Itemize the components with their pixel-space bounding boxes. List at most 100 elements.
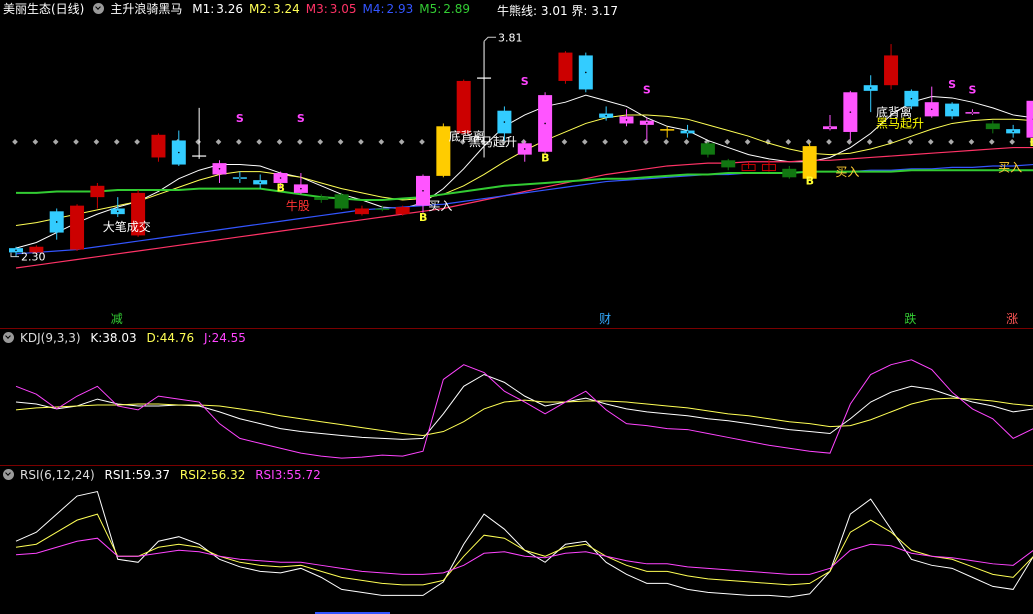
candle <box>456 79 471 135</box>
signal-dot <box>12 139 18 145</box>
candle-dot <box>503 121 506 123</box>
candle <box>884 44 899 90</box>
chevron-down-icon[interactable] <box>3 469 14 480</box>
candle <box>985 120 1000 134</box>
kdj-chart[interactable] <box>0 329 1033 465</box>
candle <box>924 86 939 118</box>
annotation-label: 黑马起升 <box>876 117 924 131</box>
ma-label-4: M4: <box>362 2 385 16</box>
annotation-label: 大笔成交 <box>103 219 151 234</box>
signal-dot <box>622 139 629 145</box>
niu-label: 牛熊线: <box>497 4 538 18</box>
sell-marker: S <box>236 112 244 125</box>
candle <box>578 52 593 93</box>
kdj-d-value: 44.76 <box>159 331 195 345</box>
candle-body <box>334 194 349 209</box>
signal-dot <box>419 139 425 145</box>
signal-dot <box>846 139 853 145</box>
signal-dot <box>785 139 792 145</box>
ma-value-2: 3.24 <box>273 2 300 16</box>
rsi2-label: RSI2: <box>179 468 212 482</box>
candle <box>517 140 532 162</box>
signal-dot <box>948 139 954 145</box>
candle-body <box>456 80 471 134</box>
niu-value: 3.01 <box>540 4 568 18</box>
candle <box>395 205 410 216</box>
bottom-signal-label: 减 <box>111 312 123 326</box>
ma-label-3: M3: <box>305 2 328 16</box>
annotation-label: 买入 <box>428 199 452 213</box>
candle <box>90 182 105 209</box>
signal-dot <box>663 139 670 145</box>
buy-marker: B <box>806 174 814 187</box>
price-chart[interactable]: 3.812.30大笔成交牛股 买入底背离黑马起升买入底背离黑马起升买入S SSS S S… <box>0 0 1033 328</box>
candle-dot <box>585 71 587 74</box>
signal-dot <box>337 139 344 145</box>
candle-body <box>700 143 715 155</box>
candle-dot <box>116 210 119 213</box>
candle <box>700 141 715 158</box>
rsi1-line <box>15 490 1033 598</box>
kdj-title[interactable]: KDJ(9,3,3) <box>20 331 81 345</box>
stock-title[interactable]: 美丽生态(日线) <box>3 2 84 16</box>
rsi1-value: 59.37 <box>135 468 171 482</box>
signal-dot <box>73 139 79 145</box>
candle-dot <box>869 87 872 89</box>
rsi3-value: 55.72 <box>286 468 321 482</box>
buy-marker: B <box>541 152 549 165</box>
rsi3-label: RSI3: <box>255 468 287 482</box>
rsi3-line <box>15 537 1033 575</box>
signal-dot <box>297 139 303 145</box>
signal-dot <box>317 139 324 145</box>
indicator-name[interactable]: 主升浪骑黑马 <box>110 2 182 16</box>
signal-dot <box>276 139 283 145</box>
ma-value-1: 3.26 <box>216 2 243 16</box>
candle-body <box>782 168 797 178</box>
low-price-label: 2.30 <box>21 251 46 264</box>
candle <box>680 124 695 138</box>
candle-dot <box>523 148 526 150</box>
ma-label-2: M2: <box>248 2 271 16</box>
candle-body <box>314 197 329 200</box>
candle <box>619 109 634 127</box>
signal-dot <box>866 139 873 145</box>
ma-label-1: M1: <box>192 2 215 16</box>
signal-dot <box>32 139 39 145</box>
candle-body <box>375 208 390 210</box>
candle <box>599 106 614 121</box>
signal-dot <box>907 139 914 145</box>
kdj-j-label: J: <box>203 331 212 345</box>
rsi-title[interactable]: RSI(6,12,24) <box>20 468 95 482</box>
price-header: 美丽生态(日线) 主升浪骑黑马 M1: 3.26 M2: 3.24 M3: 3.05 M4: 2… <box>0 0 482 18</box>
candle-dot <box>239 177 241 179</box>
ma-label-5: M5: <box>419 2 442 16</box>
chevron-down-icon[interactable] <box>3 332 14 343</box>
candle-dot <box>422 189 424 192</box>
signal-dot <box>195 139 201 145</box>
signal-dot <box>724 139 731 145</box>
candle <box>151 133 166 162</box>
candle <box>741 161 756 172</box>
candle-dot <box>625 119 628 121</box>
signal-dot <box>581 139 588 145</box>
ma-values: M1: 3.26 M2: 3.24 M3: 3.05 M4: 2.93 M5: 2.89 <box>192 2 476 16</box>
stock-chart-window: { "header": { "stock_title": "美丽生态(日线)",… <box>0 0 1033 614</box>
signal-dot <box>744 139 751 145</box>
signal-dot <box>988 139 995 145</box>
candle-dot <box>178 151 180 154</box>
candle <box>232 171 247 183</box>
chevron-down-icon[interactable] <box>93 3 105 14</box>
rsi-chart[interactable] <box>0 466 1033 614</box>
candle-body <box>151 134 166 158</box>
signal-dot <box>378 139 385 145</box>
candle <box>843 90 858 141</box>
candle <box>1006 124 1021 138</box>
rsi2-value: 56.32 <box>211 468 246 482</box>
candle <box>558 51 573 84</box>
ma-line-m4 <box>15 163 1033 255</box>
sell-marker: S <box>521 75 529 88</box>
jie-value: 3.17 <box>591 4 619 18</box>
signal-dot <box>561 139 568 145</box>
kdj-d-label: D: <box>146 331 160 345</box>
candle-dot <box>279 177 282 179</box>
